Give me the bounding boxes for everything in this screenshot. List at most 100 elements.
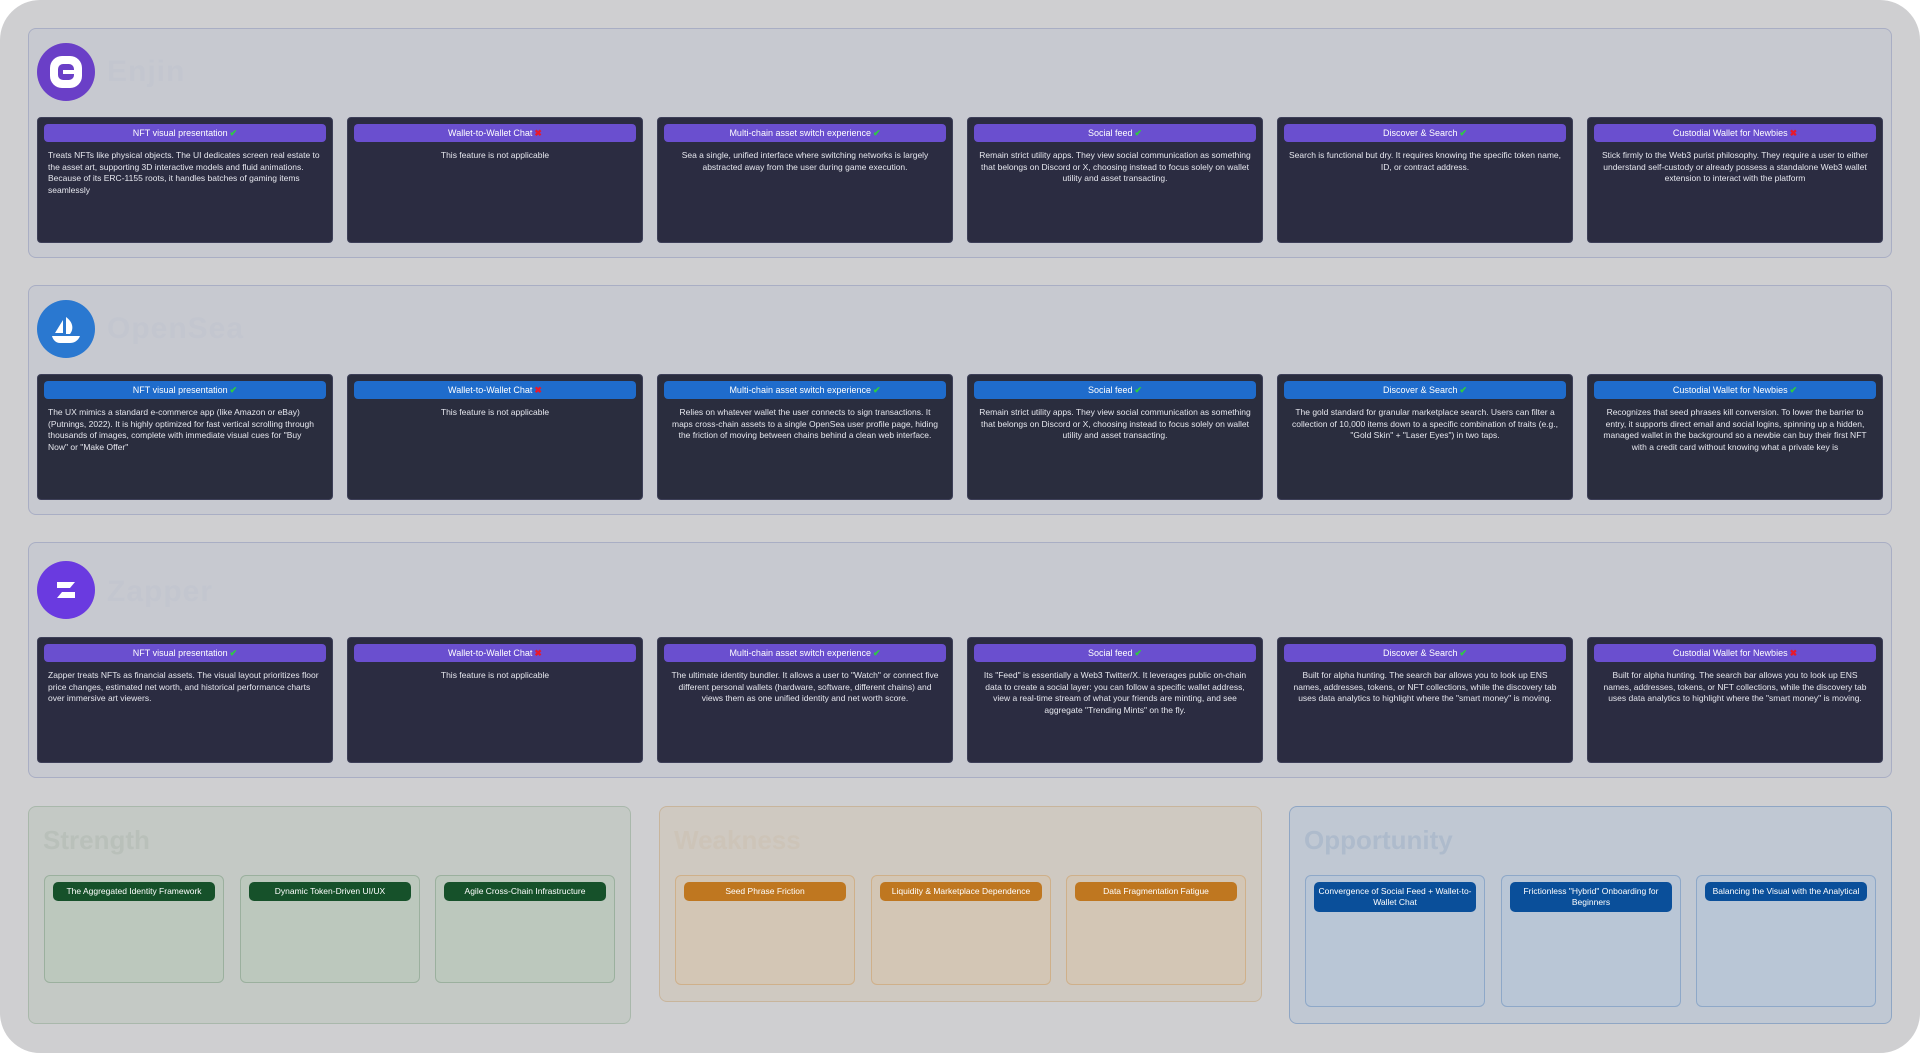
feature-card: Social feed ✔ Remain strict utility apps… <box>967 374 1263 500</box>
check-icon: ✔ <box>1459 127 1468 138</box>
feature-description: The gold standard for granular marketpla… <box>1292 407 1558 440</box>
cross-icon: ✖ <box>534 127 542 138</box>
zapper-z-icon <box>37 561 95 619</box>
feature-card-title: Custodial Wallet for Newbies ✖ <box>1594 644 1876 662</box>
feature-card-title: Wallet-to-Wallet Chat ✖ <box>354 124 636 142</box>
feature-card: Custodial Wallet for Newbies ✔ Recognize… <box>1587 374 1883 500</box>
feature-description: Built for alpha hunting. The search bar … <box>1293 670 1557 703</box>
feature-title-label: Multi-chain asset switch experience <box>729 648 871 658</box>
cross-icon: ✖ <box>534 384 542 395</box>
feature-card-title: NFT visual presentation ✔ <box>44 644 326 662</box>
swot-card-title: Agile Cross-Chain Infrastructure <box>444 882 606 901</box>
feature-card-title: Multi-chain asset switch experience ✔ <box>664 644 946 662</box>
swot-card: Seed Phrase Friction <box>675 875 855 985</box>
section-enjin: Enjin NFT visual presentation ✔ Treats N… <box>28 28 1892 258</box>
feature-description: Remain strict utility apps. They view so… <box>979 407 1251 440</box>
feature-cards: NFT visual presentation ✔ Zapper treats … <box>37 637 1885 763</box>
feature-card-title: Social feed ✔ <box>974 124 1256 142</box>
feature-title-label: Discover & Search <box>1382 648 1458 658</box>
feature-title-label: Discover & Search <box>1382 128 1458 138</box>
feature-card-title: Social feed ✔ <box>974 381 1256 399</box>
feature-description: Relies on whatever wallet the user conne… <box>671 407 938 440</box>
swot-card-title: Convergence of Social Feed + Wallet-to-W… <box>1314 882 1476 912</box>
section-zapper: Zapper NFT visual presentation ✔ Zapper … <box>28 542 1892 778</box>
feature-title-label: Wallet-to-Wallet Chat <box>448 128 533 138</box>
feature-description: Sea a single, unified interface where sw… <box>681 150 929 172</box>
feature-title-label: NFT visual presentation <box>132 648 228 658</box>
feature-description: Search is functional but dry. It require… <box>1289 150 1561 172</box>
check-icon: ✔ <box>1134 127 1143 138</box>
check-icon: ✔ <box>1134 647 1143 658</box>
feature-title-label: Custodial Wallet for Newbies <box>1672 648 1788 658</box>
feature-description: The ultimate identity bundler. It allows… <box>671 670 939 703</box>
feature-card: Discover & Search ✔ The gold standard fo… <box>1277 374 1573 500</box>
section-name: Enjin <box>107 55 186 88</box>
feature-card-title: Multi-chain asset switch experience ✔ <box>664 124 946 142</box>
feature-card-title: Discover & Search ✔ <box>1284 124 1566 142</box>
feature-card: Wallet-to-Wallet Chat ✖ This feature is … <box>347 374 643 500</box>
swot-card: Balancing the Visual with the Analytical <box>1696 875 1876 1007</box>
check-icon: ✔ <box>229 384 238 395</box>
feature-title-label: Discover & Search <box>1382 385 1458 395</box>
feature-title-label: NFT visual presentation <box>132 128 228 138</box>
feature-card: Custodial Wallet for Newbies ✖ Stick fir… <box>1587 117 1883 243</box>
cross-icon: ✖ <box>534 647 542 658</box>
check-icon: ✔ <box>1459 384 1468 395</box>
feature-card-title: Wallet-to-Wallet Chat ✖ <box>354 644 636 662</box>
feature-card: Multi-chain asset switch experience ✔ Se… <box>657 117 953 243</box>
swot-card-title: Data Fragmentation Fatigue <box>1075 882 1237 901</box>
feature-card-title: Wallet-to-Wallet Chat ✖ <box>354 381 636 399</box>
check-icon: ✔ <box>1459 647 1468 658</box>
swot-card: Convergence of Social Feed + Wallet-to-W… <box>1305 875 1485 1007</box>
swot-card: Dynamic Token-Driven UI/UX <box>240 875 420 983</box>
opensea-ship-icon <box>37 300 95 358</box>
enjin-e-icon <box>37 43 95 101</box>
feature-description: This feature is not applicable <box>440 407 550 417</box>
swot-card: Liquidity & Marketplace Dependence <box>871 875 1051 985</box>
feature-card: NFT visual presentation ✔ Zapper treats … <box>37 637 333 763</box>
swot-card: Frictionless "Hybrid" Onboarding for Beg… <box>1501 875 1681 1007</box>
feature-card: Multi-chain asset switch experience ✔ Th… <box>657 637 953 763</box>
feature-title-label: Wallet-to-Wallet Chat <box>448 648 533 658</box>
feature-card: Wallet-to-Wallet Chat ✖ This feature is … <box>347 117 643 243</box>
feature-cards: NFT visual presentation ✔ Treats NFTs li… <box>37 117 1885 243</box>
feature-description: Remain strict utility apps. They view so… <box>979 150 1251 183</box>
feature-card: NFT visual presentation ✔ Treats NFTs li… <box>37 117 333 243</box>
feature-cards: NFT visual presentation ✔ The UX mimics … <box>37 374 1885 500</box>
feature-title-label: Wallet-to-Wallet Chat <box>448 385 533 395</box>
section-opensea: OpenSea NFT visual presentation ✔ The UX… <box>28 285 1892 515</box>
swot-opportunity: Opportunity Convergence of Social Feed +… <box>1289 806 1892 1024</box>
check-icon: ✔ <box>229 647 238 658</box>
swot-title: Strength <box>43 825 150 855</box>
swot-card-title: Frictionless "Hybrid" Onboarding for Beg… <box>1510 882 1672 912</box>
swot-weakness: Weakness Seed Phrase Friction Liquidity … <box>659 806 1262 1002</box>
swot-strength: Strength The Aggregated Identity Framewo… <box>28 806 631 1024</box>
feature-description: Recognizes that seed phrases kill conver… <box>1603 407 1867 452</box>
feature-title-label: NFT visual presentation <box>132 385 228 395</box>
feature-card: Discover & Search ✔ Search is functional… <box>1277 117 1573 243</box>
check-icon: ✔ <box>873 647 881 658</box>
swot-title: Opportunity <box>1304 825 1453 855</box>
swot-card-title: Seed Phrase Friction <box>684 882 846 901</box>
feature-card-title: NFT visual presentation ✔ <box>44 124 326 142</box>
swot-title: Weakness <box>674 825 801 855</box>
feature-card-title: Custodial Wallet for Newbies ✖ <box>1594 124 1876 142</box>
check-icon: ✔ <box>873 127 881 138</box>
cross-icon: ✖ <box>1789 647 1798 658</box>
cross-icon: ✖ <box>1789 127 1798 138</box>
swot-card-title: Liquidity & Marketplace Dependence <box>880 882 1042 901</box>
feature-description: This feature is not applicable <box>440 150 550 160</box>
feature-card-title: Discover & Search ✔ <box>1284 381 1566 399</box>
feature-title-label: Social feed <box>1087 385 1133 395</box>
section-name: OpenSea <box>107 312 245 345</box>
feature-description: This feature is not applicable <box>440 670 550 680</box>
feature-card: Social feed ✔ Remain strict utility apps… <box>967 117 1263 243</box>
feature-title-label: Custodial Wallet for Newbies <box>1672 385 1788 395</box>
feature-description: Stick firmly to the Web3 purist philosop… <box>1602 150 1868 183</box>
check-icon: ✔ <box>873 384 881 395</box>
feature-description: Zapper treats NFTs as financial assets. … <box>48 670 319 703</box>
feature-description: Its "Feed" is essentially a Web3 Twitter… <box>983 670 1247 715</box>
comparison-board: Enjin NFT visual presentation ✔ Treats N… <box>0 0 1920 1053</box>
feature-card-title: Custodial Wallet for Newbies ✔ <box>1594 381 1876 399</box>
feature-title-label: Multi-chain asset switch experience <box>729 128 871 138</box>
